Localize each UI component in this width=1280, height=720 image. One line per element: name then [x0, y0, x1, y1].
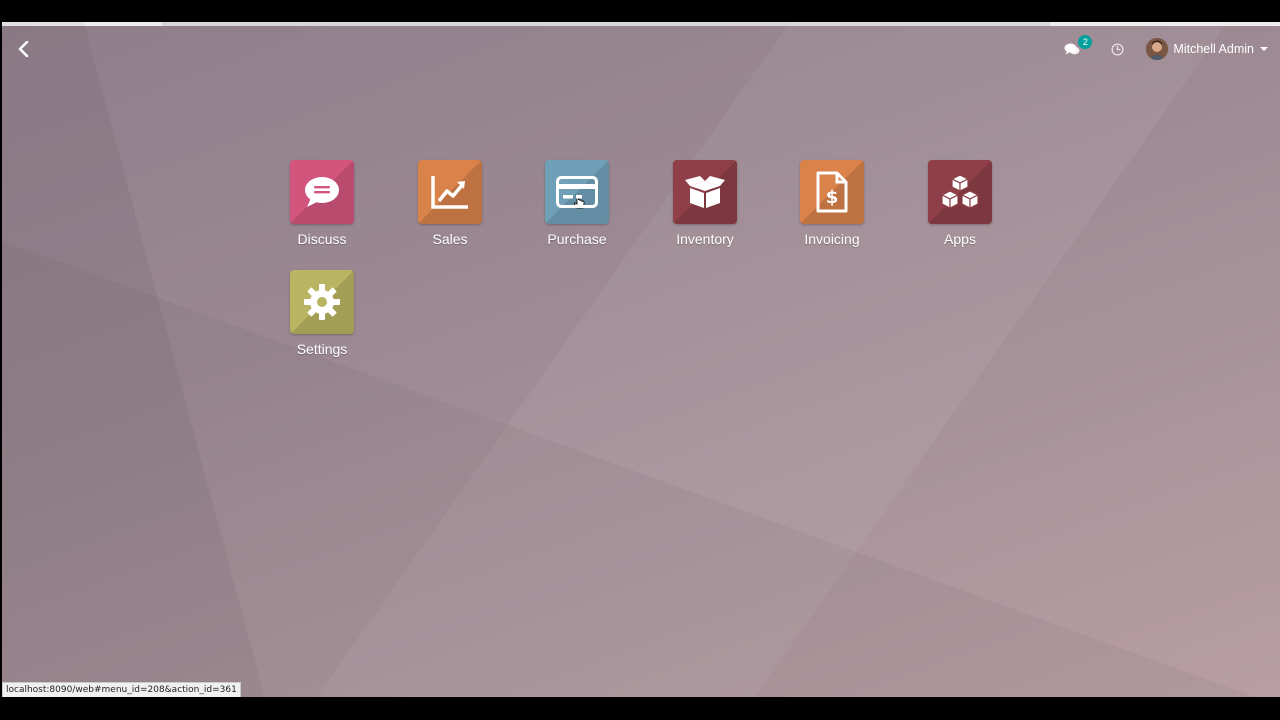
box-icon [685, 176, 725, 208]
app-label: Discuss [297, 231, 347, 247]
screen: 2 Mitchell Admin Discuss Sales Purchase … [0, 0, 1280, 720]
app-apps[interactable]: Apps [910, 160, 1010, 260]
screen-top-border [0, 0, 1280, 22]
status-bar-url: localhost:8090/web#menu_id=208&action_id… [2, 682, 241, 697]
app-icon-tile [418, 160, 482, 224]
invoice-dollar-icon: $ [816, 171, 848, 213]
app-discuss[interactable]: Discuss [272, 160, 372, 260]
app-label: Settings [296, 341, 348, 357]
app-label: Inventory [676, 231, 734, 247]
gear-icon [304, 284, 340, 320]
app-label: Apps [944, 231, 976, 247]
chart-up-icon [431, 176, 468, 209]
app-icon-tile: $ [800, 160, 864, 224]
app-sales[interactable]: Sales [400, 160, 500, 260]
odoo-home-menu: 2 Mitchell Admin Discuss Sales Purchase … [2, 22, 1280, 697]
app-settings[interactable]: Settings [272, 270, 372, 370]
app-icon-tile [290, 270, 354, 334]
cubes-icon [940, 174, 980, 209]
app-icon-tile [290, 160, 354, 224]
apps-grid: Discuss Sales Purchase Inventory $ Invoi… [2, 22, 1280, 697]
screen-bottom-border [0, 697, 1280, 720]
app-label: Purchase [547, 231, 607, 247]
app-purchase[interactable]: Purchase [527, 160, 627, 260]
app-label: Invoicing [804, 231, 860, 247]
chat-icon [305, 177, 339, 207]
svg-text:$: $ [826, 187, 839, 208]
app-inventory[interactable]: Inventory [655, 160, 755, 260]
app-invoicing[interactable]: $ Invoicing [782, 160, 882, 260]
credit-card-icon [556, 176, 598, 208]
app-icon-tile [545, 160, 609, 224]
app-icon-tile [673, 160, 737, 224]
app-icon-tile [928, 160, 992, 224]
app-label: Sales [432, 231, 468, 247]
